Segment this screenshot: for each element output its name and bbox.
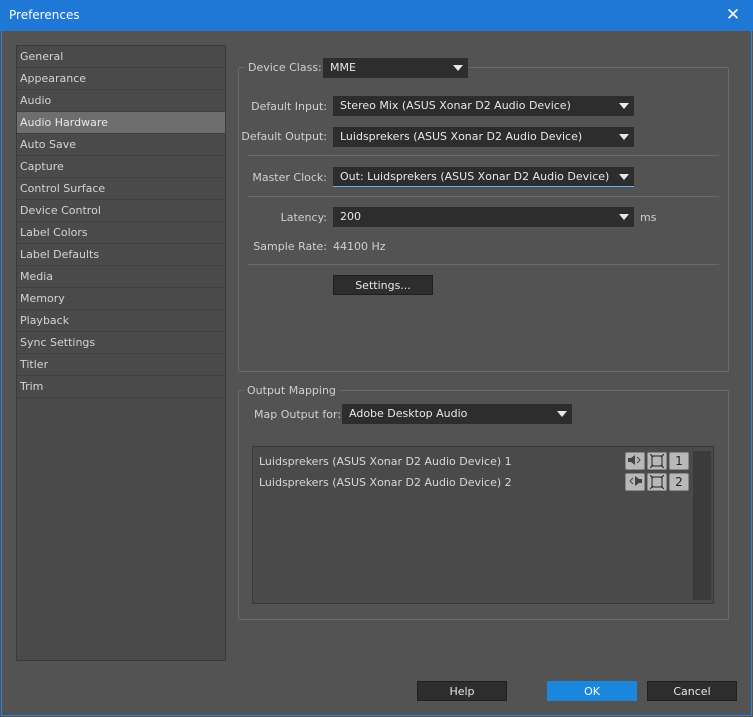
sidebar-item-trim[interactable]: Trim — [17, 376, 225, 398]
default-output-dropdown[interactable]: Luidsprekers (ASUS Xonar D2 Audio Device… — [333, 127, 634, 147]
sidebar-item-label-defaults[interactable]: Label Defaults — [17, 244, 225, 266]
sidebar-item-audio[interactable]: Audio — [17, 90, 225, 112]
master-clock-label: Master Clock: — [252, 171, 327, 184]
output-mapping-title: Output Mapping — [244, 384, 339, 397]
channel-number-button[interactable]: 2 — [669, 473, 689, 491]
frame-icon[interactable] — [647, 473, 667, 491]
map-output-dropdown[interactable]: Adobe Desktop Audio — [342, 404, 572, 424]
chevron-down-icon — [619, 174, 629, 180]
speaker-right-icon[interactable] — [625, 473, 645, 491]
ok-button[interactable]: OK — [547, 681, 637, 701]
channel-number-button[interactable]: 1 — [669, 452, 689, 470]
latency-label: Latency: — [280, 211, 327, 224]
sidebar-item-device-control[interactable]: Device Control — [17, 200, 225, 222]
default-input-label: Default Input: — [251, 100, 327, 113]
sample-rate-value: 44100 Hz — [333, 240, 386, 253]
map-output-label: Map Output for: — [254, 408, 342, 421]
latency-value: 200 — [340, 210, 361, 223]
output-channel-list: Luidsprekers (ASUS Xonar D2 Audio Device… — [252, 446, 714, 604]
chevron-down-icon — [557, 411, 567, 417]
device-class-label: Device Class: — [245, 61, 325, 75]
settings-button[interactable]: Settings... — [333, 275, 433, 295]
close-icon[interactable]: ✕ — [713, 0, 753, 31]
sidebar-item-playback[interactable]: Playback — [17, 310, 225, 332]
sidebar-item-titler[interactable]: Titler — [17, 354, 225, 376]
speaker-left-icon[interactable] — [625, 452, 645, 470]
default-output-value: Luidsprekers (ASUS Xonar D2 Audio Device… — [340, 130, 583, 143]
latency-unit: ms — [640, 211, 657, 224]
divider — [248, 196, 719, 197]
sidebar-item-label-colors[interactable]: Label Colors — [17, 222, 225, 244]
list-item[interactable]: Luidsprekers (ASUS Xonar D2 Audio Device… — [259, 455, 512, 468]
sidebar-item-auto-save[interactable]: Auto Save — [17, 134, 225, 156]
map-output-value: Adobe Desktop Audio — [349, 407, 468, 420]
device-class-dropdown[interactable]: MME — [323, 58, 468, 78]
sidebar-item-capture[interactable]: Capture — [17, 156, 225, 178]
chevron-down-icon — [453, 65, 463, 71]
master-clock-dropdown[interactable]: Out: Luidsprekers (ASUS Xonar D2 Audio D… — [333, 167, 634, 187]
chevron-down-icon — [619, 214, 629, 220]
window-title: Preferences — [9, 8, 80, 22]
preferences-category-list: General Appearance Audio Audio Hardware … — [16, 45, 226, 661]
sidebar-item-appearance[interactable]: Appearance — [17, 68, 225, 90]
divider — [248, 264, 719, 265]
master-clock-value: Out: Luidsprekers (ASUS Xonar D2 Audio D… — [340, 170, 610, 183]
default-output-label: Default Output: — [241, 130, 327, 143]
default-input-dropdown[interactable]: Stereo Mix (ASUS Xonar D2 Audio Device) — [333, 96, 634, 116]
latency-dropdown[interactable]: 200 — [333, 207, 634, 227]
vertical-scrollbar[interactable] — [693, 451, 711, 600]
cancel-button[interactable]: Cancel — [647, 681, 737, 701]
default-input-value: Stereo Mix (ASUS Xonar D2 Audio Device) — [340, 99, 571, 112]
sidebar-item-general[interactable]: General — [17, 46, 225, 68]
sidebar-item-audio-hardware[interactable]: Audio Hardware — [17, 112, 225, 134]
sidebar-item-control-surface[interactable]: Control Surface — [17, 178, 225, 200]
title-bar: Preferences ✕ — [0, 0, 753, 31]
device-class-value: MME — [330, 61, 356, 74]
sidebar-item-memory[interactable]: Memory — [17, 288, 225, 310]
sidebar-item-media[interactable]: Media — [17, 266, 225, 288]
sidebar-item-sync-settings[interactable]: Sync Settings — [17, 332, 225, 354]
chevron-down-icon — [619, 134, 629, 140]
sample-rate-label: Sample Rate: — [253, 240, 327, 253]
divider — [248, 155, 719, 156]
chevron-down-icon — [619, 103, 629, 109]
help-button[interactable]: Help — [417, 681, 507, 701]
frame-icon[interactable] — [647, 452, 667, 470]
list-item[interactable]: Luidsprekers (ASUS Xonar D2 Audio Device… — [259, 476, 512, 489]
